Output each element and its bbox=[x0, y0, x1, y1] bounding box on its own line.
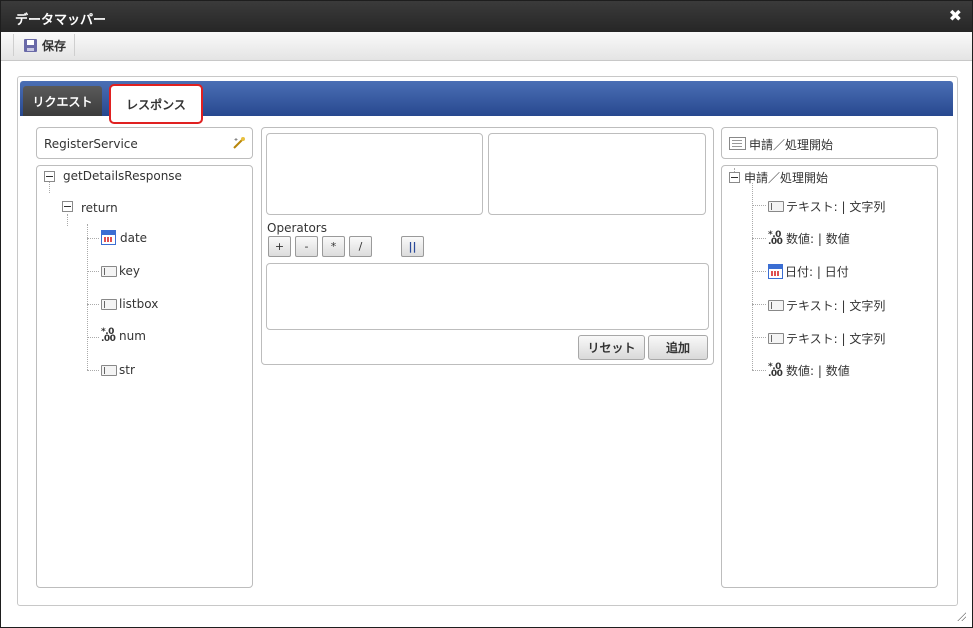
tree-node-return[interactable]: return bbox=[62, 197, 118, 215]
field-num[interactable]: *.0.00 num bbox=[101, 327, 146, 344]
target-root-label: 申請／処理開始 bbox=[744, 171, 829, 185]
target-field[interactable]: テキスト: | 文字列 bbox=[768, 297, 885, 314]
operator-minus-button[interactable]: - bbox=[295, 236, 318, 257]
number-icon: *.0.00 bbox=[768, 361, 783, 379]
mapper-container: リクエスト レスポンス RegisterService getDetailsRe… bbox=[17, 76, 958, 606]
wand-icon[interactable] bbox=[232, 136, 246, 150]
field-label: 数値: | 数値 bbox=[786, 364, 850, 378]
string-icon bbox=[101, 265, 117, 277]
service-name: RegisterService bbox=[44, 137, 138, 151]
operator-plus-button[interactable]: + bbox=[268, 236, 291, 257]
operator-divide-button[interactable]: / bbox=[349, 236, 372, 257]
date-icon bbox=[101, 230, 116, 245]
collapse-icon[interactable] bbox=[729, 172, 740, 183]
field-label: date bbox=[120, 230, 148, 245]
number-icon: *.0.00 bbox=[768, 229, 783, 247]
window-title: データマッパー bbox=[15, 13, 107, 28]
field-label: 日付: | 日付 bbox=[785, 265, 849, 279]
field-listbox[interactable]: listbox bbox=[101, 297, 158, 311]
collapse-icon[interactable] bbox=[62, 200, 73, 212]
collapse-icon[interactable] bbox=[44, 170, 55, 182]
reset-button[interactable]: リセット bbox=[578, 335, 645, 360]
string-icon bbox=[101, 364, 117, 376]
target-tree-panel: 申請／処理開始 テキスト: | 文字列 *.0.00 数値: | 数値 日付: … bbox=[721, 165, 938, 588]
target-field[interactable]: テキスト: | 文字列 bbox=[768, 198, 885, 215]
field-key[interactable]: key bbox=[101, 264, 140, 278]
toolbar: 保存 bbox=[1, 32, 972, 61]
expression-textarea[interactable] bbox=[266, 263, 709, 330]
field-label: テキスト: | 文字列 bbox=[786, 332, 886, 346]
field-label: str bbox=[119, 363, 135, 377]
string-icon bbox=[768, 201, 784, 212]
target-name: 申請／処理開始 bbox=[749, 138, 834, 152]
field-label: テキスト: | 文字列 bbox=[786, 200, 886, 214]
save-disk-icon bbox=[24, 38, 37, 52]
tree-node-root[interactable]: 申請／処理開始 bbox=[729, 169, 828, 186]
save-label: 保存 bbox=[42, 38, 67, 53]
tab-request[interactable]: リクエスト bbox=[23, 86, 102, 116]
tab-response[interactable]: レスポンス bbox=[109, 84, 203, 124]
field-date[interactable]: date bbox=[101, 230, 147, 245]
add-button[interactable]: 追加 bbox=[648, 335, 708, 360]
target-field[interactable]: テキスト: | 文字列 bbox=[768, 330, 885, 347]
field-label: 数値: | 数値 bbox=[786, 232, 850, 246]
field-label: key bbox=[119, 264, 141, 278]
field-label: listbox bbox=[119, 297, 159, 311]
target-field[interactable]: *.0.00 数値: | 数値 bbox=[768, 230, 850, 247]
target-field[interactable]: *.0.00 数値: | 数値 bbox=[768, 362, 850, 379]
tree-root-label: getDetailsResponse bbox=[63, 169, 182, 183]
string-icon bbox=[768, 333, 784, 344]
date-icon bbox=[768, 264, 783, 279]
service-header: RegisterService bbox=[36, 127, 253, 159]
expression-box-left[interactable] bbox=[266, 133, 483, 215]
number-icon: *.0.00 bbox=[101, 327, 116, 344]
operator-multiply-button[interactable]: * bbox=[322, 236, 345, 257]
tree-return-label: return bbox=[81, 201, 118, 215]
save-button[interactable]: 保存 bbox=[13, 34, 76, 56]
field-label: num bbox=[119, 329, 146, 343]
tab-bar: リクエスト レスポンス bbox=[20, 81, 953, 124]
operators-label: Operators bbox=[267, 221, 327, 235]
data-mapper-dialog: データマッパー ✖ 保存 リクエスト レスポンス RegisterService… bbox=[0, 0, 973, 628]
target-header: 申請／処理開始 bbox=[721, 127, 938, 159]
resize-handle-icon[interactable] bbox=[956, 611, 966, 621]
source-tree-panel: getDetailsResponse return date key listb… bbox=[36, 165, 253, 588]
field-label: テキスト: | 文字列 bbox=[786, 299, 886, 313]
title-bar[interactable]: データマッパー ✖ bbox=[1, 1, 972, 32]
string-icon bbox=[768, 300, 784, 311]
field-str[interactable]: str bbox=[101, 363, 135, 377]
expression-box-right[interactable] bbox=[488, 133, 706, 215]
tree-node-root[interactable]: getDetailsResponse bbox=[44, 169, 182, 183]
target-field[interactable]: 日付: | 日付 bbox=[768, 263, 849, 280]
form-icon bbox=[729, 137, 746, 150]
operator-concat-button[interactable]: || bbox=[401, 236, 424, 257]
string-icon bbox=[101, 298, 117, 310]
close-icon[interactable]: ✖ bbox=[949, 6, 962, 25]
